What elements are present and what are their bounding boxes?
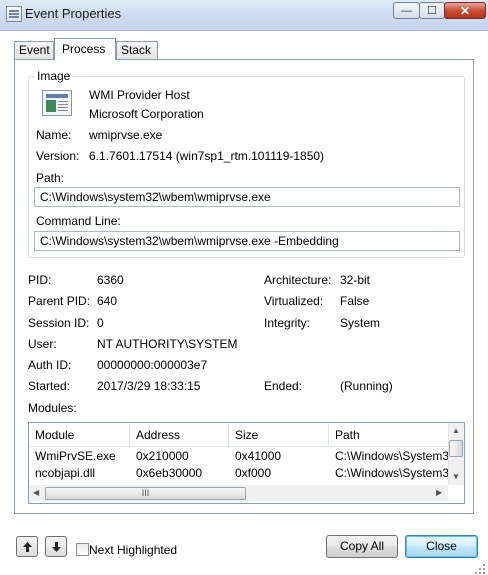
scroll-up-icon[interactable]: ▲ (452, 426, 460, 435)
resize-grip-icon[interactable] (474, 563, 486, 575)
horizontal-scroll-thumb[interactable]: III (45, 487, 246, 500)
app-icon (6, 6, 22, 22)
session-value: 0 (97, 316, 104, 330)
modules-label: Modules: (28, 401, 77, 415)
arch-label: Architecture: (264, 273, 332, 287)
address-cell: 0x210000 (136, 449, 189, 463)
arch-value: 32-bit (340, 273, 371, 287)
parent-pid-label: Parent PID: (28, 294, 91, 308)
close-button[interactable]: Close (405, 535, 478, 558)
image-company: Microsoft Corporation (89, 107, 204, 121)
close-window-button[interactable]: ✕ (444, 2, 486, 19)
tab-event[interactable]: Event (14, 41, 54, 59)
session-label: Session ID: (28, 316, 90, 330)
tab-process[interactable]: Process (54, 38, 116, 60)
path-cell: C:\Windows\System32\ (335, 449, 448, 463)
minimize-button[interactable]: — (393, 2, 420, 19)
arrow-up-icon (22, 541, 32, 552)
arrow-down-icon (51, 541, 61, 552)
started-label: Started: (28, 379, 71, 393)
integrity-label: Integrity: (264, 316, 311, 330)
started-value: 2017/3/29 18:33:15 (97, 379, 201, 393)
scroll-down-icon[interactable]: ▼ (452, 472, 460, 481)
ended-label: Ended: (264, 379, 303, 393)
column-header-path[interactable]: Path (329, 424, 448, 446)
column-header-address[interactable]: Address (130, 424, 229, 446)
vertical-scroll-thumb[interactable] (449, 440, 463, 457)
virtualized-value: False (340, 294, 370, 308)
pid-value: 6360 (97, 273, 124, 287)
auth-label: Auth ID: (28, 358, 72, 372)
column-header-module[interactable]: Module (29, 424, 130, 446)
copy-all-button[interactable]: Copy All (326, 535, 398, 558)
window-title: Event Properties (25, 6, 122, 21)
maximize-button[interactable]: ☐ (419, 2, 445, 19)
exe-icon (42, 90, 72, 116)
scroll-right-icon[interactable]: ▶ (436, 488, 442, 497)
size-cell: 0x41000 (235, 449, 282, 463)
version-value: 6.1.7601.17514 (win7sp1_rtm.101119-1850) (89, 149, 325, 163)
header-divider (29, 446, 447, 447)
ended-value: (Running) (340, 379, 393, 393)
auth-value: 00000000:000003e7 (97, 358, 208, 372)
name-value: wmiprvse.exe (89, 128, 163, 142)
module-cell: ncobjapi.dll (35, 466, 96, 480)
next-highlighted-checkbox[interactable] (76, 543, 89, 556)
path-label: Path: (36, 171, 65, 185)
pid-label: PID: (28, 273, 52, 287)
name-label: Name: (36, 128, 72, 142)
cmdline-field[interactable]: C:\Windows\system32\wbem\wmiprvse.exe -E… (34, 231, 460, 251)
user-label: User: (28, 337, 57, 351)
image-group-label: Image (35, 69, 73, 83)
table-row[interactable]: WmiPrvSE.exe 0x210000 0x41000 C:\Windows… (29, 449, 448, 466)
size-cell: 0xf000 (235, 466, 272, 480)
table-row[interactable]: ncobjapi.dll 0x6eb30000 0xf000 C:\Window… (29, 466, 448, 483)
next-event-button[interactable] (45, 536, 67, 557)
version-label: Version: (36, 149, 80, 163)
tab-stack[interactable]: Stack (116, 41, 158, 59)
cmdline-label: Command Line: (36, 214, 121, 228)
virtualized-label: Virtualized: (264, 294, 324, 308)
parent-pid-value: 640 (97, 294, 118, 308)
scroll-left-icon[interactable]: ◀ (33, 488, 39, 497)
path-field[interactable]: C:\Windows\system32\wbem\wmiprvse.exe (34, 187, 460, 207)
previous-event-button[interactable] (16, 536, 38, 557)
image-description: WMI Provider Host (89, 88, 190, 102)
integrity-value: System (340, 316, 381, 330)
next-highlighted-label[interactable]: Next Highlighted (89, 543, 177, 557)
path-cell: C:\Windows\System32\ (335, 466, 448, 480)
user-value: NT AUTHORITY\SYSTEM (97, 337, 238, 351)
module-cell: WmiPrvSE.exe (35, 449, 116, 463)
column-header-size[interactable]: Size (229, 424, 329, 446)
address-cell: 0x6eb30000 (136, 466, 203, 480)
